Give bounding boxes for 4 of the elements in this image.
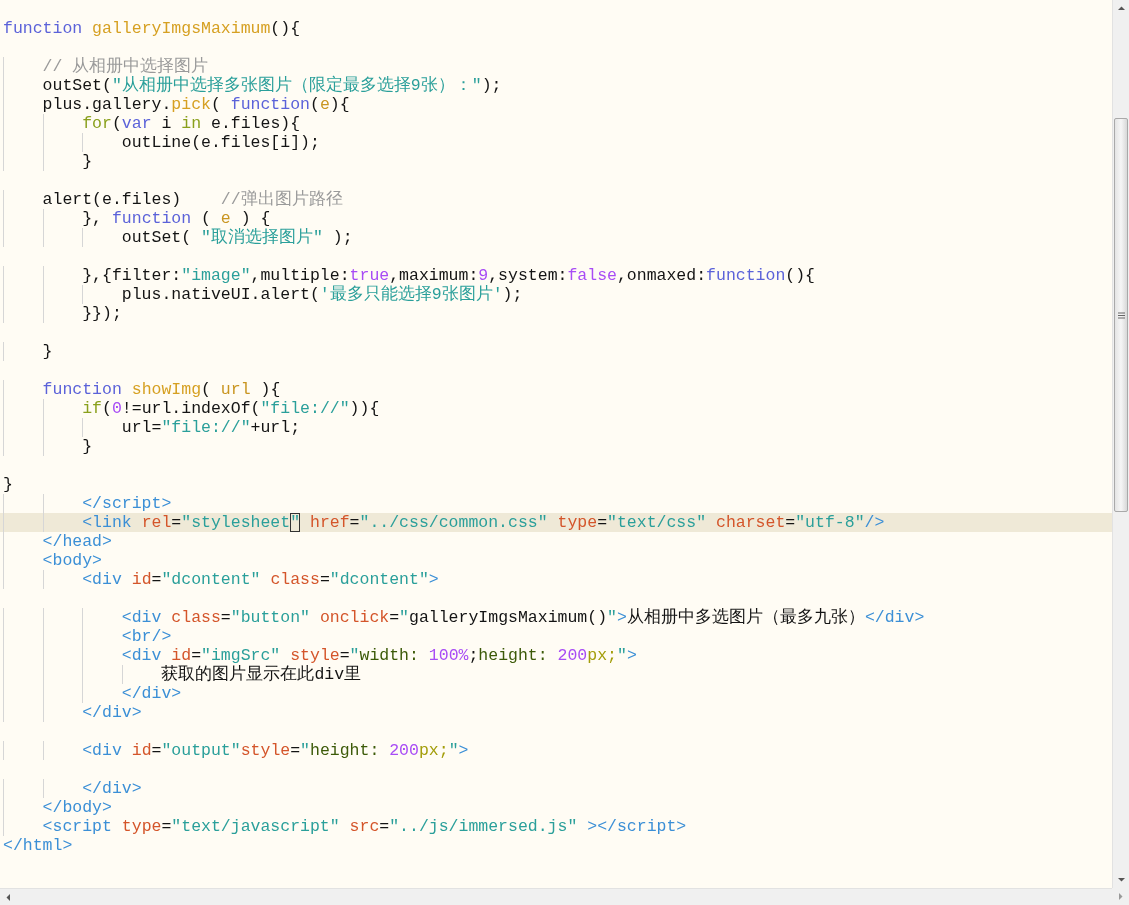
grip-icon [1117,311,1125,319]
horizontal-scrollbar[interactable] [0,888,1112,905]
vertical-scrollbar[interactable] [1112,0,1129,888]
scroll-thumb[interactable] [1114,118,1128,512]
